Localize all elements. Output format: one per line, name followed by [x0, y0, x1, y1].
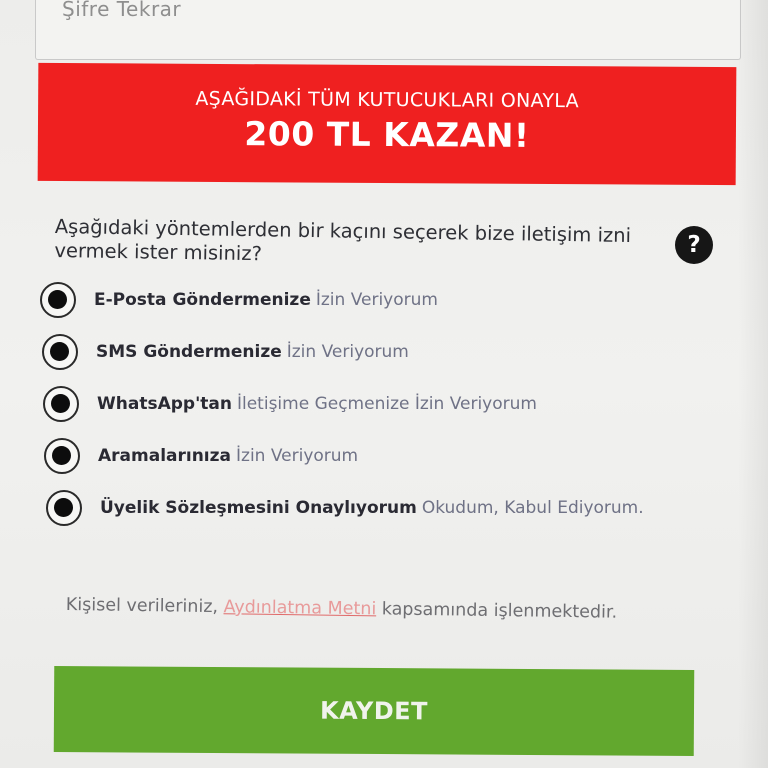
radio-selected-dot [48, 290, 67, 309]
radio-button[interactable] [44, 438, 80, 474]
consent-option-email[interactable]: E-Posta Göndermenize İzin Veriyorum [40, 280, 438, 320]
privacy-notice: Kişisel verileriniz, Aydınlatma Metni ka… [66, 594, 626, 625]
promo-reward: 200 TL KAZAN! [244, 114, 530, 155]
screen-edge-shade [738, 0, 768, 768]
consent-option-calls[interactable]: Aramalarınıza İzin Veriyorum [44, 436, 358, 476]
option-label: Aramalarınıza [98, 446, 232, 466]
option-sublabel: İzin Veriyorum [286, 342, 409, 362]
consent-option-membership[interactable]: Üyelik Sözleşmesini Onaylıyorum Okudum, … [46, 488, 644, 528]
password-repeat-placeholder: Şifre Tekrar [62, 0, 182, 21]
consent-question: Aşağıdaki yöntemlerden bir kaçını seçere… [54, 215, 632, 266]
promo-banner: AŞAĞIDAKİ TÜM KUTUCUKLARI ONAYLA 200 TL … [37, 62, 737, 186]
privacy-notice-suffix: kapsamında işlenmektedir. [376, 599, 618, 623]
clarification-text-link[interactable]: Aydınlatma Metni [223, 597, 376, 619]
consent-option-sms[interactable]: SMS Göndermenize İzin Veriyorum [42, 332, 409, 372]
radio-button[interactable] [40, 282, 76, 318]
option-sublabel: İzin Veriyorum [236, 446, 359, 466]
question-mark-icon[interactable]: ? [675, 226, 713, 264]
consent-options: E-Posta Göndermenize İzin Veriyorum SMS … [40, 280, 720, 540]
radio-button[interactable] [42, 334, 78, 370]
option-label: Üyelik Sözleşmesini Onaylıyorum [100, 498, 417, 518]
radio-selected-dot [52, 446, 71, 465]
screen: Şifre Tekrar AŞAĞIDAKİ TÜM KUTUCUKLARI O… [0, 0, 768, 768]
radio-selected-dot [51, 394, 70, 413]
radio-button[interactable] [43, 386, 79, 422]
option-sublabel: Okudum, Kabul Ediyorum. [421, 498, 644, 518]
privacy-notice-prefix: Kişisel verileriniz, [65, 594, 224, 618]
save-button[interactable]: KAYDET [53, 666, 695, 756]
password-repeat-field[interactable]: Şifre Tekrar [35, 0, 741, 60]
option-sublabel: İletişime Geçmenize İzin Veriyorum [236, 394, 537, 414]
consent-option-whatsapp[interactable]: WhatsApp'tan İletişime Geçmenize İzin Ve… [43, 384, 537, 424]
option-sublabel: İzin Veriyorum [315, 290, 438, 310]
radio-selected-dot [54, 498, 73, 517]
promo-instruction: AŞAĞIDAKİ TÜM KUTUCUKLARI ONAYLA [195, 87, 579, 113]
consent-form: Şifre Tekrar AŞAĞIDAKİ TÜM KUTUCUKLARI O… [0, 0, 768, 768]
option-label: E-Posta Göndermenize [94, 290, 311, 310]
radio-selected-dot [50, 342, 69, 361]
option-label: WhatsApp'tan [97, 394, 232, 414]
option-label: SMS Göndermenize [96, 342, 282, 362]
radio-button[interactable] [46, 490, 82, 526]
